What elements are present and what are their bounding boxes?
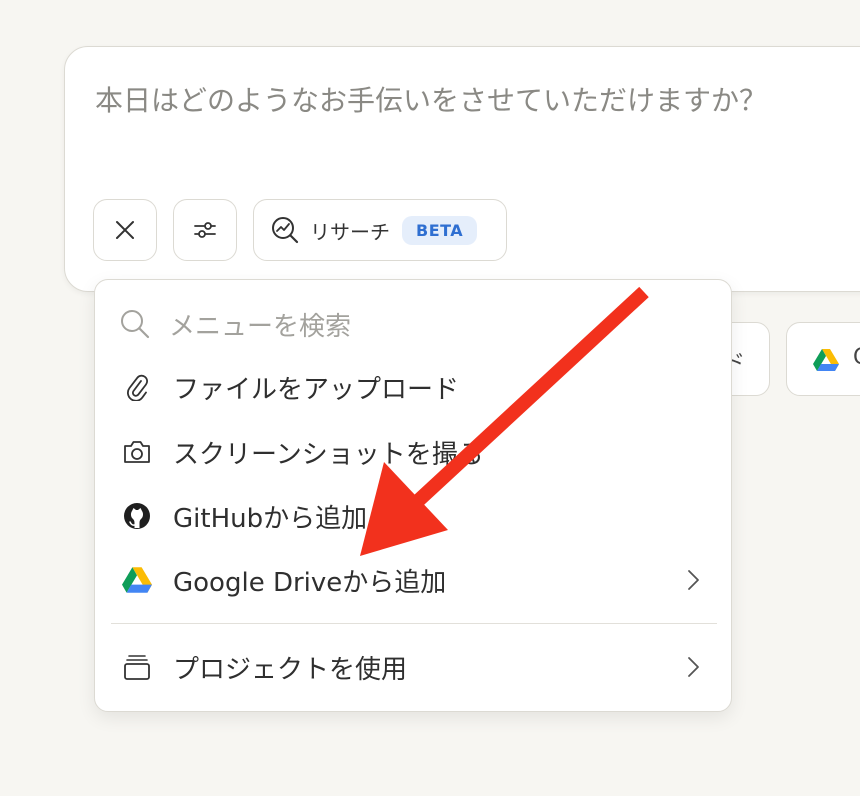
menu-item-label: Google Driveから追加 xyxy=(173,567,447,598)
google-drive-icon xyxy=(813,349,839,371)
menu-item-label: プロジェクトを使用 xyxy=(173,654,408,685)
chevron-right-icon xyxy=(688,657,699,677)
menu-search[interactable]: メニューを検索 xyxy=(119,306,351,342)
menu-item-project[interactable]: プロジェクトを使用 xyxy=(95,638,731,696)
menu-item-label: スクリーンショットを撮る xyxy=(173,439,484,470)
chip-partial-text: G xyxy=(853,345,860,370)
research-label: リサーチ xyxy=(310,219,390,244)
settings-button[interactable] xyxy=(173,199,237,261)
research-icon xyxy=(272,217,299,244)
menu-divider xyxy=(111,623,717,624)
add-content-menu: メニューを検索 ファイルをアップロード スクリーンショットを撮る GitHubか… xyxy=(94,279,732,712)
menu-item-screenshot[interactable]: スクリーンショットを撮る xyxy=(95,423,731,481)
paperclip-icon xyxy=(119,373,155,401)
prompt-placeholder[interactable]: 本日はどのようなお手伝いをさせていただけますか？ xyxy=(95,79,767,119)
menu-item-github[interactable]: GitHubから追加 xyxy=(95,487,731,545)
menu-item-google-drive[interactable]: Google Driveから追加 xyxy=(95,551,731,609)
search-icon xyxy=(121,310,150,339)
sliders-icon xyxy=(194,222,216,238)
google-drive-icon xyxy=(119,567,155,593)
menu-item-label: GitHubから追加 xyxy=(173,503,368,534)
close-menu-button[interactable] xyxy=(93,199,157,261)
project-icon xyxy=(119,653,155,681)
chevron-right-icon xyxy=(688,570,699,590)
beta-badge: BETA xyxy=(402,215,478,245)
close-icon xyxy=(116,221,134,239)
menu-item-upload-file[interactable]: ファイルをアップロード xyxy=(95,358,731,416)
menu-item-label: ファイルをアップロード xyxy=(173,374,460,405)
menu-search-input[interactable]: メニューを検索 xyxy=(169,306,351,343)
chat-composer: 本日はどのようなお手伝いをさせていただけますか？ リサーチ BETA xyxy=(64,46,860,292)
camera-icon xyxy=(119,439,155,465)
research-button[interactable]: リサーチ BETA xyxy=(253,199,507,261)
background-chip-google-drive[interactable]: G xyxy=(786,322,860,396)
github-icon xyxy=(119,502,155,530)
